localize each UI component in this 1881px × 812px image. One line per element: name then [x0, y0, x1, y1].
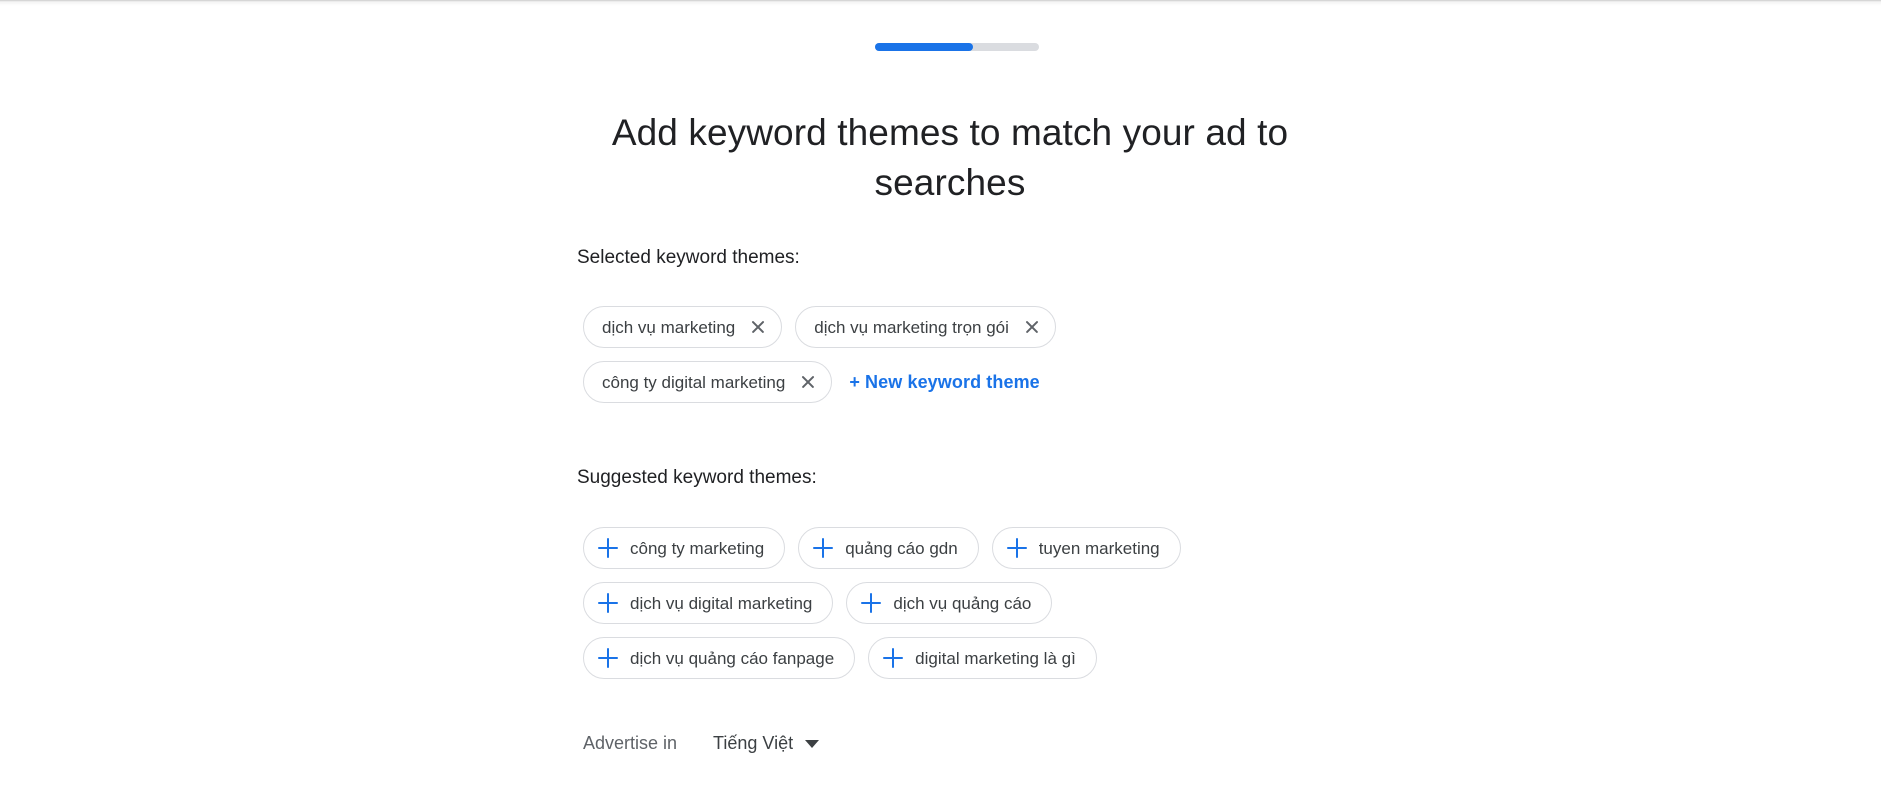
setup-progress-bar: [875, 43, 1039, 51]
suggested-keyword-chip[interactable]: tuyen marketing: [991, 527, 1181, 569]
suggested-chip-row-3: dịch vụ quảng cáo fanpage digital market…: [583, 637, 1110, 679]
new-keyword-theme-button[interactable]: + New keyword theme: [849, 361, 1039, 403]
plus-icon: [598, 648, 618, 668]
suggested-keyword-chip[interactable]: dịch vụ digital marketing: [583, 582, 834, 624]
keyword-themes-page: Add keyword themes to match your ad to s…: [0, 0, 1881, 812]
language-dropdown[interactable]: Tiếng Việt: [713, 733, 820, 754]
suggested-keyword-chip[interactable]: digital marketing là gì: [868, 637, 1097, 679]
selected-chip-row-1: dịch vụ marketing dịch vụ marketing trọn…: [583, 306, 1069, 348]
chip-label: dịch vụ marketing trọn gói: [814, 317, 1009, 337]
plus-icon: [861, 593, 882, 613]
suggested-keyword-chip[interactable]: công ty marketing: [583, 527, 786, 569]
suggested-keyword-chip[interactable]: quảng cáo gdn: [798, 527, 979, 569]
suggested-chip-row-1: công ty marketing quảng cáo gdn tuyen ma…: [583, 527, 1194, 569]
suggested-keyword-chip[interactable]: dịch vụ quảng cáo fanpage: [583, 637, 856, 679]
language-dropdown-value: Tiếng Việt: [713, 733, 794, 753]
plus-icon: [598, 538, 618, 558]
progress-fill: [875, 43, 974, 51]
advertise-language-row: Advertise in Tiếng Việt: [583, 733, 820, 754]
chip-label: dịch vụ quảng cáo fanpage: [630, 648, 835, 668]
chip-label: dịch vụ marketing: [602, 317, 736, 337]
selected-keyword-chip[interactable]: dịch vụ marketing trọn gói: [795, 306, 1056, 348]
selected-chip-row-2: công ty digital marketing + New keyword …: [583, 361, 1040, 403]
plus-icon: [598, 593, 618, 613]
chip-label: digital marketing là gì: [915, 648, 1076, 668]
chip-label: tuyen marketing: [1038, 538, 1160, 558]
selected-keyword-chip[interactable]: công ty digital marketing: [583, 361, 833, 403]
chevron-down-icon[interactable]: [805, 739, 820, 748]
suggested-keyword-chip[interactable]: dịch vụ quảng cáo: [846, 582, 1053, 624]
plus-icon: [883, 648, 904, 668]
selected-keyword-chip[interactable]: dịch vụ marketing: [583, 306, 783, 348]
top-edge-shadow: [0, 0, 1881, 6]
close-icon[interactable]: [749, 318, 767, 336]
close-icon[interactable]: [1023, 318, 1041, 336]
chip-label: dịch vụ digital marketing: [630, 593, 813, 613]
page-title: Add keyword themes to match your ad to s…: [611, 111, 1289, 203]
close-icon[interactable]: [799, 373, 817, 391]
chip-label: công ty marketing: [630, 538, 765, 558]
plus-icon: [813, 538, 834, 558]
suggested-chip-row-2: dịch vụ digital marketing dịch vụ quảng …: [583, 582, 1065, 624]
plus-icon: [1006, 538, 1027, 558]
chip-label: quảng cáo gdn: [845, 538, 958, 558]
suggested-keyword-themes-label: Suggested keyword themes:: [577, 467, 817, 488]
advertise-in-label: Advertise in: [583, 733, 678, 753]
selected-keyword-themes-label: Selected keyword themes:: [577, 247, 800, 268]
chip-label: dịch vụ quảng cáo: [893, 593, 1032, 613]
chip-label: công ty digital marketing: [602, 372, 786, 392]
